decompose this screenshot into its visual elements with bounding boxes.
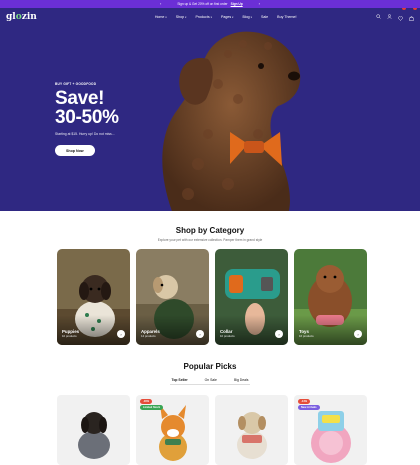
nav-item-blog[interactable]: Blog▾	[242, 15, 252, 19]
category-count: 10 products	[62, 334, 77, 338]
nav-label: Products	[195, 15, 209, 19]
hero-banner: glozin Home▾ Shop▾ Products▾ Pages▾ Blog…	[0, 8, 420, 211]
product-grid: -16% Limited Stock -14% New Arrivals	[57, 395, 367, 465]
chevron-down-icon: ▾	[251, 16, 252, 19]
category-card-collar[interactable]: Collar 10 products ›	[215, 249, 288, 345]
search-icon[interactable]	[376, 14, 381, 19]
product-card[interactable]: -16% Limited Stock	[136, 395, 209, 465]
announcement-bar: ‹ Sign up & Get 20% off on first order S…	[0, 0, 420, 8]
product-image	[215, 395, 288, 465]
wishlist-button[interactable]: 0	[398, 8, 403, 26]
category-count: 14 products	[141, 334, 156, 338]
nav-label: Home	[155, 15, 165, 19]
heart-icon	[398, 16, 403, 21]
section-title: Shop by Category	[0, 226, 420, 235]
announcement-text: Sign up & Get 20% off on first order	[177, 2, 227, 6]
product-card[interactable]	[215, 395, 288, 465]
arrow-right-icon[interactable]: ›	[354, 330, 362, 338]
nav-item-products[interactable]: Products▾	[195, 15, 212, 19]
nav-label: Shop	[176, 15, 184, 19]
hero-subtitle: Starting at $15. Hurry up! Do not miss..…	[55, 132, 119, 136]
hero-title-line2: 30-50%	[55, 108, 119, 127]
arrow-right-icon[interactable]: ›	[196, 330, 204, 338]
nav-label: Blog	[242, 15, 249, 19]
wishlist-count: 0	[402, 8, 406, 10]
category-count: 16 products	[299, 334, 314, 338]
limited-badge: Limited Stock	[140, 405, 163, 410]
sale-badge: -14%	[298, 399, 310, 404]
nav-item-home[interactable]: Home▾	[155, 15, 167, 19]
category-card-apparels[interactable]: Apparels 14 products ›	[136, 249, 209, 345]
shop-now-button[interactable]: Shop Now	[55, 145, 95, 156]
cart-count: 0	[413, 8, 417, 10]
chevron-down-icon: ▾	[232, 16, 233, 19]
product-card[interactable]	[57, 395, 130, 465]
new-badge: New Arrivals	[298, 405, 320, 410]
nav-item-pages[interactable]: Pages▾	[221, 15, 234, 19]
category-count: 10 products	[220, 334, 235, 338]
arrow-right-icon[interactable]: ›	[275, 330, 283, 338]
sale-badge: -16%	[140, 399, 152, 404]
nav-icons: 0 0	[376, 8, 414, 26]
section-subtitle: Explore your pet with our extensive coll…	[0, 238, 420, 242]
chevron-down-icon: ▾	[165, 16, 166, 19]
product-card[interactable]: -14% New Arrivals	[294, 395, 367, 465]
logo-text-end: zin	[22, 12, 37, 22]
arrow-right-icon[interactable]: ›	[117, 330, 125, 338]
hero-content: BUY GIFT + GOODFOOD Save! 30-50% Startin…	[55, 82, 119, 157]
hero-dog-image	[118, 14, 308, 211]
category-card-puppies[interactable]: Puppies 10 products ›	[57, 249, 130, 345]
chevron-down-icon: ▾	[211, 16, 212, 19]
popular-heading: Popular Picks	[0, 362, 420, 371]
hero-title-line1: Save!	[55, 89, 119, 108]
hero-title: Save! 30-50%	[55, 89, 119, 127]
nav-label: Pages	[221, 15, 231, 19]
nav-item-shop[interactable]: Shop▾	[176, 15, 187, 19]
user-icon[interactable]	[387, 14, 392, 19]
chevron-right-icon[interactable]: ›	[259, 1, 260, 6]
bag-icon	[409, 16, 414, 21]
logo[interactable]: glozin	[6, 12, 37, 22]
main-nav: glozin Home▾ Shop▾ Products▾ Pages▾ Blog…	[0, 8, 420, 25]
nav-item-sale[interactable]: Sale	[261, 15, 268, 19]
chevron-down-icon: ▾	[185, 16, 186, 19]
logo-text: gl	[6, 12, 16, 22]
nav-item-buy-theme[interactable]: Buy Theme!	[277, 15, 296, 19]
category-list: Puppies 10 products › Apparels 14 produc…	[57, 249, 367, 345]
category-heading: Shop by Category Explore your pet with o…	[0, 226, 420, 242]
product-image	[57, 395, 130, 465]
product-tabs: Top Seller On Sale Big Deals	[0, 378, 420, 385]
nav-menu: Home▾ Shop▾ Products▾ Pages▾ Blog▾ Sale …	[155, 15, 297, 19]
signup-link[interactable]: Sign Up	[231, 2, 243, 6]
cart-button[interactable]: 0	[409, 8, 414, 26]
chevron-left-icon[interactable]: ‹	[160, 1, 161, 6]
section-title: Popular Picks	[0, 362, 420, 371]
hero-eyebrow: BUY GIFT + GOODFOOD	[55, 82, 119, 86]
category-card-toys[interactable]: Toys 16 products ›	[294, 249, 367, 345]
